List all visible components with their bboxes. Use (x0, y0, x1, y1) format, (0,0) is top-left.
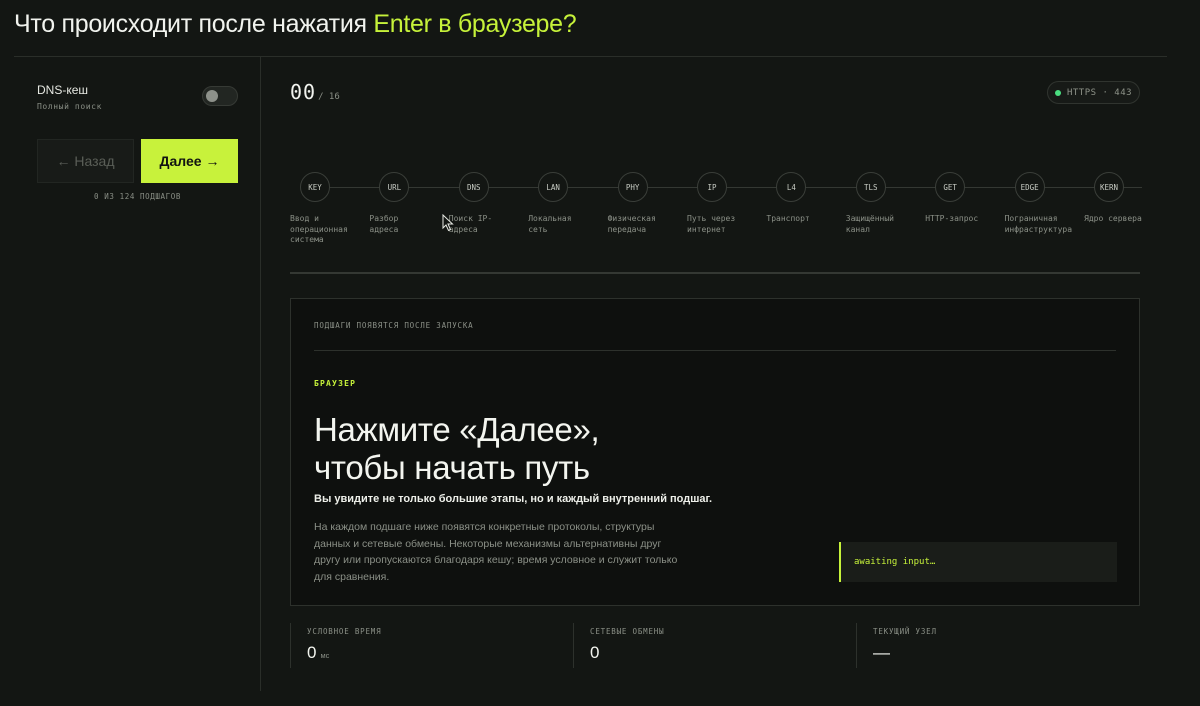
stage-node: PHY (617, 172, 648, 202)
stage-label: Физическая передача (607, 214, 656, 234)
stage-node: L4 (776, 172, 807, 202)
stage-label: Ядро сервера (1084, 214, 1142, 223)
stage-label: Транспорт (766, 214, 810, 223)
stage-ip[interactable]: IP Путь через интернет (687, 172, 765, 235)
stage-label: Поиск IP- адреса (448, 214, 493, 234)
stat-node-value: — (873, 643, 890, 662)
stage-edge[interactable]: EDGE Пограничная инфраструктура (1005, 172, 1083, 235)
step-counter: 00/ 16 (290, 80, 340, 104)
stage-label: Защищённый канал (845, 214, 894, 234)
protocol-label: HTTPS · 443 (1066, 87, 1133, 98)
stage-node: TLS (855, 172, 886, 202)
stage-tls[interactable]: TLS Защищённый канал (846, 172, 924, 235)
stats-bar: условное время 0 мс сетевые обмены 0 теку… (290, 623, 1140, 668)
card-subheading: Вы увидите не только большие этапы, но и… (314, 493, 713, 505)
stage-lan[interactable]: LAN Локальная сеть (528, 172, 606, 235)
dns-cache-toggle[interactable] (202, 86, 238, 106)
stage-label: Ввод и операционная система (290, 214, 348, 244)
main-area: 00/ 16 HTTPS · 443 KEY Ввод и операционна… (262, 57, 1167, 691)
stage-node: KEY (300, 172, 330, 202)
stage-kern[interactable]: KERN Ядро сервера (1084, 172, 1142, 225)
stage-node: GET (935, 172, 966, 202)
stage-node: KERN (1094, 172, 1124, 202)
dns-cache-toggle-knob (206, 90, 218, 102)
stage-phy[interactable]: PHY Физическая передача (608, 172, 686, 235)
status-dot-icon (1054, 89, 1061, 96)
stage-url[interactable]: URL Разбор адреса (369, 172, 447, 235)
mouse-cursor-icon (442, 214, 454, 232)
stage-node: IP (697, 172, 727, 202)
stat-time-label: условное время (307, 627, 382, 636)
dns-cache-sublabel: Полный поиск (37, 102, 102, 111)
stage-node: EDGE (1014, 172, 1045, 202)
step-card: подшаги появятся после запуска браузер Н… (290, 298, 1140, 606)
stage-timeline: KEY Ввод и операционная система URL Разбор … (262, 172, 1142, 262)
card-divider (314, 350, 1116, 351)
stat-time-value: 0 (307, 643, 317, 662)
stat-time-value-row: 0 мс (307, 643, 329, 663)
stage-l4[interactable]: L4 Транспорт (766, 172, 844, 225)
stage-label: Пограничная инфраструктура (1004, 214, 1073, 234)
stat-time-unit: мс (320, 651, 330, 660)
page-title-prefix: Что происходит после нажатия (14, 10, 374, 38)
console-text: awaiting input… (854, 557, 936, 567)
card-hint: подшаги появятся после запуска (314, 321, 474, 330)
stage-key[interactable]: KEY Ввод и операционная система (290, 172, 368, 246)
protocol-badge: HTTPS · 443 (1047, 81, 1140, 104)
stage-label: Локальная сеть (528, 214, 572, 234)
step-current: 00 (290, 80, 317, 104)
stage-node: URL (379, 172, 410, 202)
stage-label: Путь через интернет (687, 214, 736, 234)
page-title: Что происходит после нажатия Enter в бра… (14, 10, 577, 39)
card-body: На каждом подшаге ниже появятся конкретн… (314, 521, 678, 583)
dns-cache-label: DNS-кеш (37, 83, 89, 97)
next-button[interactable]: Далее → (141, 139, 238, 183)
stat-time: условное время 0 мс (290, 623, 573, 668)
console-output: awaiting input… (839, 542, 1117, 582)
stage-label: HTTP-запрос (925, 214, 979, 223)
timeline-divider (290, 272, 1140, 274)
stage-label: Разбор адреса (369, 214, 399, 234)
app-panel: DNS-кеш Полный поиск ← Назад Далее → 0 и… (14, 56, 1167, 691)
page-title-accent: Enter в браузере? (373, 10, 577, 38)
substeps-count: 0 из 124 подшагов (94, 192, 181, 201)
card-category: браузер (314, 379, 357, 388)
stat-node: текущий узел — (856, 623, 1139, 668)
stage-node: LAN (538, 172, 569, 202)
back-button[interactable]: ← Назад (37, 139, 134, 183)
sidebar: DNS-кеш Полный поиск ← Назад Далее → 0 и… (14, 57, 261, 691)
stage-dns[interactable]: DNS Поиск IP- адреса (449, 172, 527, 235)
stat-node-label: текущий узел (873, 627, 937, 636)
stat-exchanges-label: сетевые обмены (590, 627, 665, 636)
step-total: / 16 (318, 92, 340, 102)
stage-node: DNS (458, 172, 489, 202)
stat-exchanges: сетевые обмены 0 (573, 623, 856, 668)
card-heading: Нажмите «Далее», чтобы начать путь (314, 411, 600, 486)
stage-get[interactable]: GET HTTP-запрос (925, 172, 1003, 225)
stat-exchanges-value: 0 (590, 643, 600, 662)
